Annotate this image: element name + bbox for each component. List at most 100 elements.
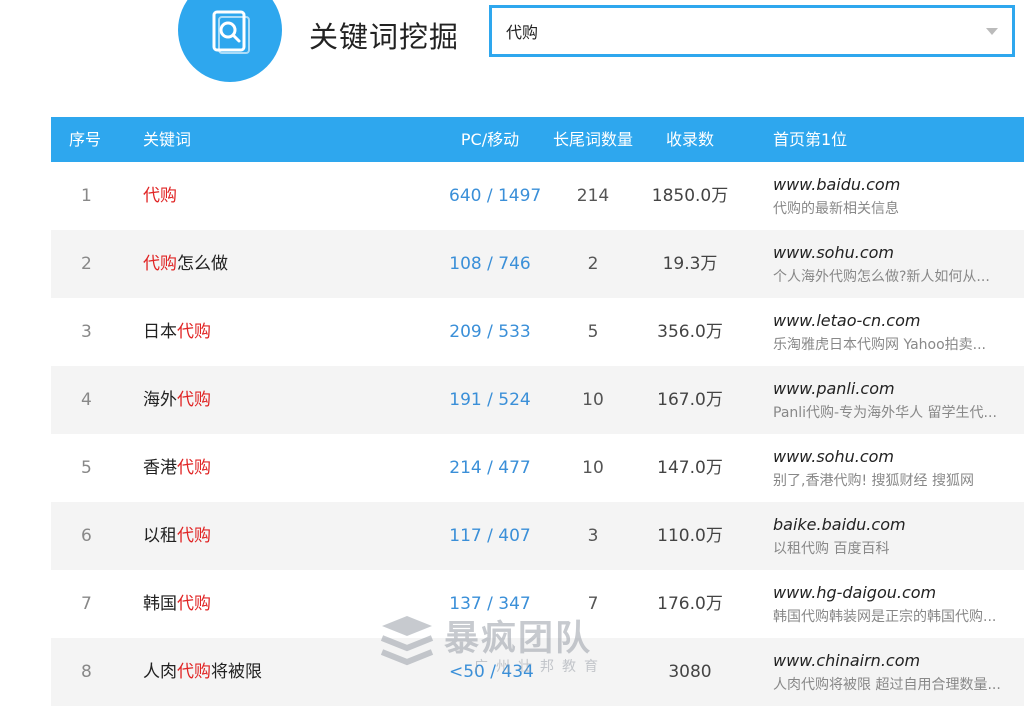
- indexed-count: 110.0万: [657, 526, 723, 546]
- keyword-highlight: 代购: [177, 526, 211, 546]
- column-header-pc-mobile[interactable]: PC/移动: [449, 117, 531, 162]
- row-index: 3: [81, 322, 92, 342]
- table-row[interactable]: 4 海外代购 191 / 524 10 167.0万 www.panli.com Panli…: [51, 366, 1024, 434]
- top-result-description: 韩国代购韩装网是正宗的韩国代购...: [773, 609, 997, 625]
- top-result[interactable]: www.letao-cn.com 乐淘雅虎日本代购网 Yahoo拍卖...: [773, 309, 986, 357]
- indexed-count: 176.0万: [657, 594, 723, 614]
- column-header-long-tail-count[interactable]: 长尾词数量: [543, 117, 643, 162]
- top-result[interactable]: www.sohu.com 个人海外代购怎么做?新人如何从...: [773, 241, 990, 289]
- keyword-table-body: 1 代购 640 / 1497 214 1850.0万 www.baidu.com 代购的最…: [51, 162, 1024, 706]
- long-tail-count: 2: [587, 254, 599, 274]
- keyword-highlight: 代购: [177, 390, 211, 410]
- keyword-prefix: 日本: [143, 322, 177, 342]
- keyword-prefix: 人肉: [143, 662, 177, 682]
- top-result-site[interactable]: www.chinairn.com: [773, 649, 1001, 673]
- pc-mobile-value[interactable]: 108 / 746: [449, 230, 531, 298]
- pc-mobile-value[interactable]: 640 / 1497: [449, 162, 541, 230]
- row-index: 4: [81, 390, 92, 410]
- indexed-count: 356.0万: [657, 322, 723, 342]
- long-tail-count: 214: [576, 186, 610, 206]
- chevron-down-icon[interactable]: [986, 28, 998, 35]
- column-header-index[interactable]: 序号: [69, 117, 101, 162]
- row-index: 1: [81, 186, 92, 206]
- keyword-prefix: 韩国: [143, 594, 177, 614]
- long-tail-count: 10: [582, 390, 604, 410]
- top-result[interactable]: www.sohu.com 别了,香港代购! 搜狐财经 搜狐网: [773, 445, 974, 493]
- top-result[interactable]: www.chinairn.com 人肉代购将被限 超过自用合理数量...: [773, 649, 1001, 697]
- keyword-highlight: 代购: [177, 322, 211, 342]
- pc-mobile-value[interactable]: 214 / 477: [449, 434, 531, 502]
- row-index: 6: [81, 526, 92, 546]
- top-result-site[interactable]: www.panli.com: [773, 377, 997, 401]
- indexed-count: 147.0万: [657, 458, 723, 478]
- long-tail-count: 5: [587, 322, 599, 342]
- table-row[interactable]: 2 代购怎么做 108 / 746 2 19.3万 www.sohu.com 个人海外代购怎…: [51, 230, 1024, 298]
- keyword-search-input[interactable]: [502, 8, 970, 54]
- table-row[interactable]: 3 日本代购 209 / 533 5 356.0万 www.letao-cn.com 乐淘雅…: [51, 298, 1024, 366]
- top-result[interactable]: www.baidu.com 代购的最新相关信息: [773, 173, 900, 221]
- top-result[interactable]: www.hg-daigou.com 韩国代购韩装网是正宗的韩国代购...: [773, 581, 996, 629]
- pc-mobile-value[interactable]: 137 / 347: [449, 570, 531, 638]
- top-result[interactable]: baike.baidu.com 以租代购 百度百科: [773, 513, 906, 561]
- search-document-icon: [212, 10, 250, 54]
- table-row[interactable]: 8 人肉代购将被限 <50 / 434 3080 www.chinairn.com 人肉代…: [51, 638, 1024, 706]
- pc-mobile-value[interactable]: 191 / 524: [449, 366, 531, 434]
- long-tail-count: 3: [587, 526, 599, 546]
- column-header-keyword[interactable]: 关键词: [143, 117, 191, 162]
- keyword-link[interactable]: 香港代购: [143, 434, 211, 502]
- logo: [178, 0, 282, 82]
- pc-mobile-value[interactable]: <50 / 434: [449, 638, 534, 706]
- top-result-description: 代购的最新相关信息: [773, 201, 899, 217]
- top-result-description: 别了,香港代购! 搜狐财经 搜狐网: [773, 473, 974, 489]
- row-index: 8: [81, 662, 92, 682]
- table-row[interactable]: 7 韩国代购 137 / 347 7 176.0万 www.hg-daigou.com 韩国…: [51, 570, 1024, 638]
- keyword-highlight: 代购: [177, 662, 211, 682]
- keyword-highlight: 代购: [177, 594, 211, 614]
- indexed-count: 167.0万: [657, 390, 723, 410]
- top-result-site[interactable]: www.sohu.com: [773, 445, 974, 469]
- keyword-link[interactable]: 韩国代购: [143, 570, 211, 638]
- keyword-search-box[interactable]: [489, 5, 1015, 57]
- keyword-link[interactable]: 代购怎么做: [143, 230, 228, 298]
- table-row[interactable]: 5 香港代购 214 / 477 10 147.0万 www.sohu.com 别了,香港代…: [51, 434, 1024, 502]
- top-result-description: 以租代购 百度百科: [773, 541, 890, 557]
- indexed-count: 19.3万: [662, 254, 718, 274]
- keyword-link[interactable]: 以租代购: [143, 502, 211, 570]
- keyword-prefix: 海外: [143, 390, 177, 410]
- table-row[interactable]: 6 以租代购 117 / 407 3 110.0万 baike.baidu.com 以租代购…: [51, 502, 1024, 570]
- keyword-highlight: 代购: [177, 458, 211, 478]
- top-result-site[interactable]: www.hg-daigou.com: [773, 581, 996, 605]
- keyword-suffix: 将被限: [211, 662, 262, 682]
- table-header: 序号 关键词 PC/移动 长尾词数量 收录数 首页第1位: [51, 117, 1024, 162]
- keyword-link[interactable]: 人肉代购将被限: [143, 638, 262, 706]
- top-result-description: 乐淘雅虎日本代购网 Yahoo拍卖...: [773, 337, 987, 353]
- long-tail-count: 7: [587, 594, 599, 614]
- top-result-site[interactable]: www.baidu.com: [773, 173, 900, 197]
- row-index: 7: [81, 594, 92, 614]
- pc-mobile-value[interactable]: 117 / 407: [449, 502, 531, 570]
- top-result-site[interactable]: baike.baidu.com: [773, 513, 906, 537]
- keyword-highlight: 代购: [143, 254, 177, 274]
- keyword-suffix: 怎么做: [177, 254, 228, 274]
- row-index: 2: [81, 254, 92, 274]
- keyword-highlight: 代购: [143, 186, 177, 206]
- long-tail-count: 10: [582, 458, 604, 478]
- top-result-site[interactable]: www.sohu.com: [773, 241, 990, 265]
- column-header-indexed-count[interactable]: 收录数: [645, 117, 735, 162]
- page-header: 关键词挖掘: [0, 0, 1024, 118]
- keyword-link[interactable]: 代购: [143, 162, 177, 230]
- indexed-count: 1850.0万: [651, 186, 729, 206]
- keyword-link[interactable]: 日本代购: [143, 298, 211, 366]
- top-result-description: 个人海外代购怎么做?新人如何从...: [773, 269, 990, 285]
- page-title: 关键词挖掘: [309, 20, 460, 54]
- row-index: 5: [81, 458, 92, 478]
- pc-mobile-value[interactable]: 209 / 533: [449, 298, 531, 366]
- column-header-top-result[interactable]: 首页第1位: [773, 117, 847, 162]
- table-row[interactable]: 1 代购 640 / 1497 214 1850.0万 www.baidu.com 代购的最…: [51, 162, 1024, 230]
- keyword-prefix: 香港: [143, 458, 177, 478]
- indexed-count: 3080: [668, 662, 712, 682]
- top-result-description: Panli代购-专为海外华人 留学生代...: [773, 405, 997, 421]
- top-result-site[interactable]: www.letao-cn.com: [773, 309, 986, 333]
- keyword-link[interactable]: 海外代购: [143, 366, 211, 434]
- top-result[interactable]: www.panli.com Panli代购-专为海外华人 留学生代...: [773, 377, 997, 425]
